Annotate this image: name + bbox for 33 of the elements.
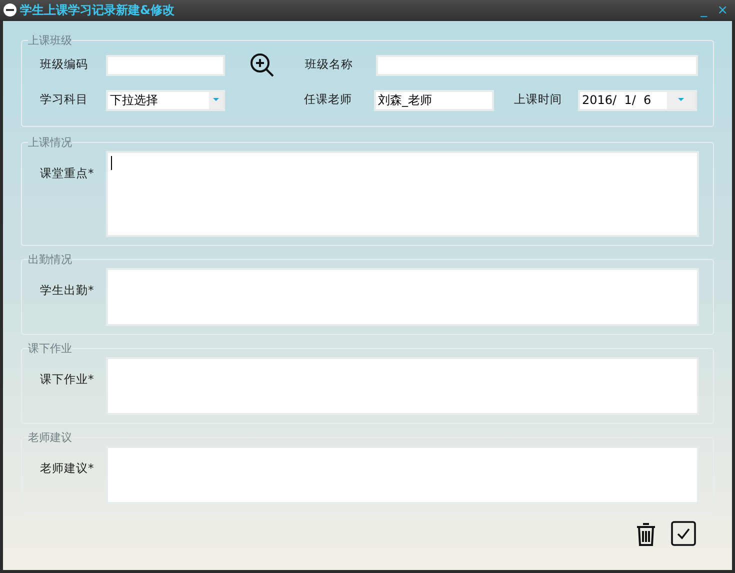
checkmark-icon[interactable] bbox=[671, 521, 696, 546]
date-picker[interactable]: 2016/ 1/ 6 bbox=[578, 90, 697, 110]
field-label: 上课时间 bbox=[514, 91, 563, 108]
field-label: 学生出勤* bbox=[40, 282, 95, 299]
text-area[interactable] bbox=[106, 357, 699, 415]
subject-dropdown[interactable]: 下拉选择 bbox=[106, 90, 225, 110]
group-title: 出勤情况 bbox=[28, 254, 72, 265]
group-title: 课下作业 bbox=[28, 343, 72, 354]
field-label: 任课老师 bbox=[304, 91, 353, 108]
group-title: 上课班级 bbox=[28, 35, 72, 46]
teacher-field[interactable]: 刘森_老师 bbox=[374, 90, 494, 110]
group-title: 老师建议 bbox=[28, 432, 72, 443]
app-logo-icon bbox=[3, 3, 17, 17]
group-title: 上课情况 bbox=[28, 137, 72, 148]
text-area[interactable] bbox=[106, 446, 699, 504]
field-label: 班级名称 bbox=[305, 56, 354, 74]
field-label: 学习科目 bbox=[40, 91, 89, 108]
window-title: 学生上课学习记录新建&修改 bbox=[20, 2, 174, 19]
field-label: 班级编码 bbox=[40, 56, 89, 74]
minimize-button[interactable]: _ bbox=[700, 4, 708, 16]
text-area[interactable] bbox=[106, 268, 699, 326]
trash-icon[interactable] bbox=[635, 521, 657, 547]
field-label: 课堂重点* bbox=[40, 165, 95, 182]
dropdown-caret-icon bbox=[213, 98, 219, 102]
search-icon[interactable] bbox=[249, 52, 275, 78]
text-area[interactable] bbox=[106, 151, 699, 237]
dropdown-caret-icon bbox=[678, 98, 684, 102]
class-name-field[interactable] bbox=[376, 54, 698, 76]
field-label: 课下作业* bbox=[40, 371, 95, 388]
class-code-field[interactable] bbox=[106, 54, 225, 76]
close-button[interactable]: × bbox=[717, 4, 728, 16]
field-label: 老师建议* bbox=[40, 460, 95, 477]
text-cursor bbox=[111, 156, 112, 170]
